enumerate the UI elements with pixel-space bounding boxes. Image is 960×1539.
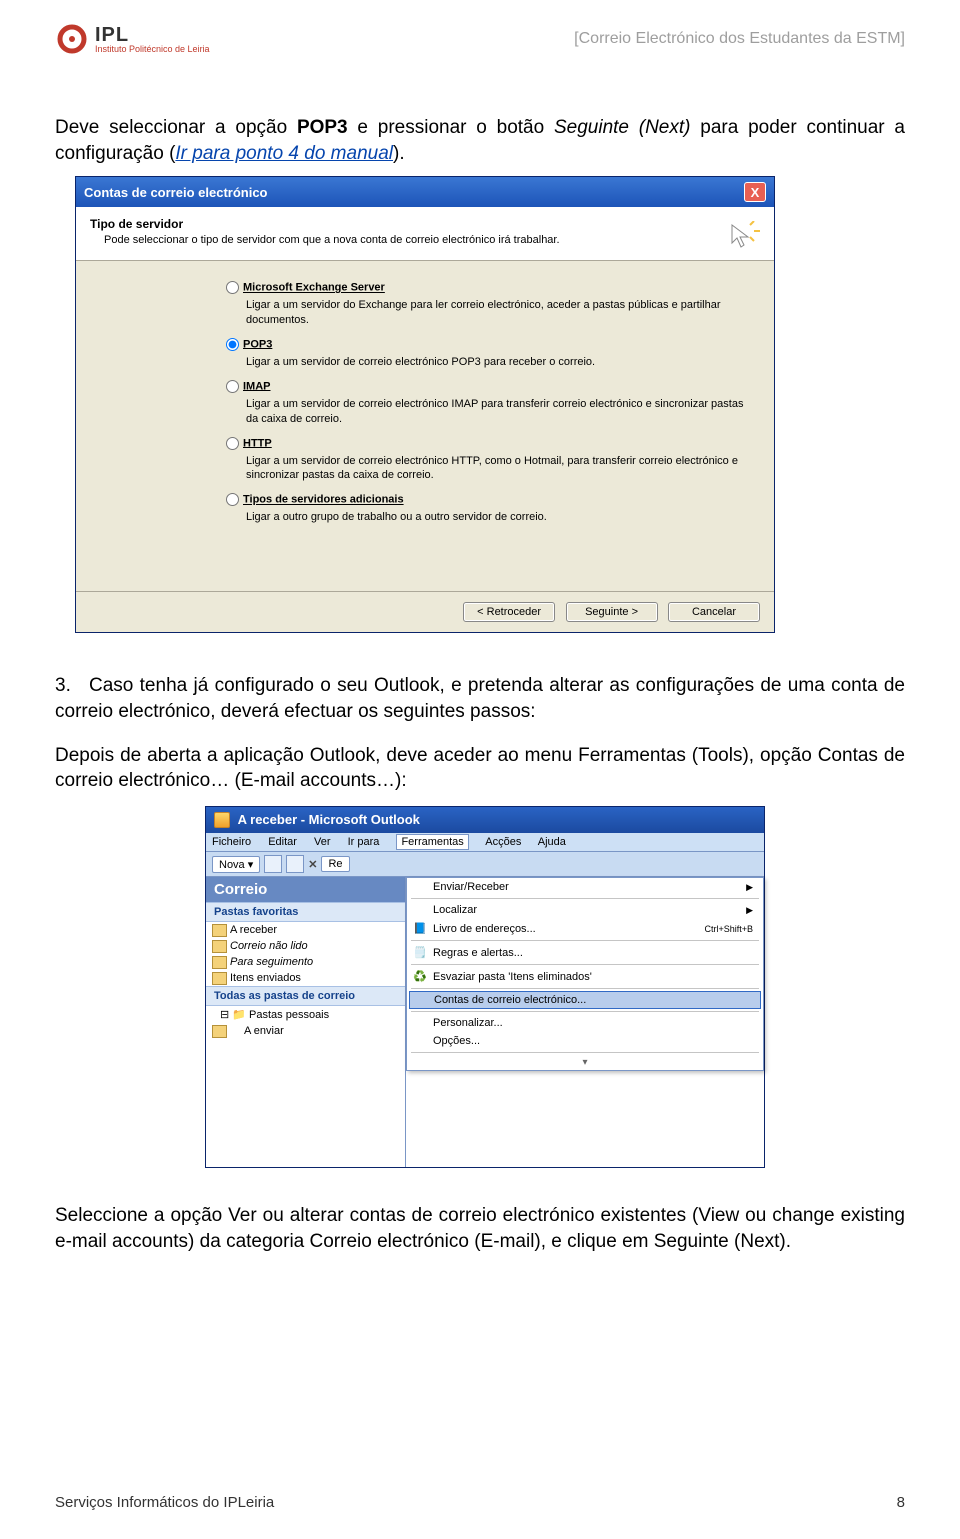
tools-dropdown: Enviar/Receber▶ Localizar▶ 📘Livro de end… xyxy=(406,877,764,1071)
outlook-app-icon xyxy=(214,812,230,828)
menu-empty-deleted[interactable]: ♻️Esvaziar pasta 'Itens eliminados' xyxy=(407,967,763,986)
menu-address-book[interactable]: 📘Livro de endereços...Ctrl+Shift+B xyxy=(407,919,763,938)
intro-paragraph: Deve seleccionar a opção POP3 e pression… xyxy=(55,115,905,166)
outlook-dropdown-area: Enviar/Receber▶ Localizar▶ 📘Livro de end… xyxy=(406,877,764,1167)
cancel-button[interactable]: Cancelar xyxy=(668,602,760,622)
nav-allfolders-header: Todas as pastas de correio xyxy=(206,986,405,1006)
address-book-icon: 📘 xyxy=(413,922,433,935)
page-footer: Serviços Informáticos do IPLeiria 8 xyxy=(55,1494,905,1511)
back-button[interactable]: < Retroceder xyxy=(463,602,555,622)
step3-paragraph: 3.Caso tenha já configurado o seu Outloo… xyxy=(55,673,905,724)
nav-mail-header: Correio xyxy=(206,877,405,902)
outlook-titlebar: A receber - Microsoft Outlook xyxy=(206,807,764,834)
menu-email-accounts[interactable]: Contas de correio electrónico... xyxy=(409,991,761,1009)
radio-additional-desc: Ligar a outro grupo de trabalho ou a out… xyxy=(246,510,750,525)
select-option-paragraph: Seleccione a opção Ver ou alterar contas… xyxy=(55,1203,905,1254)
rules-icon: 🗒️ xyxy=(413,946,433,959)
menu-ferramentas[interactable]: Ferramentas xyxy=(396,834,468,850)
radio-additional[interactable]: Tipos de servidores adicionais xyxy=(226,493,750,506)
dialog-titlebar: Contas de correio electrónico X xyxy=(76,177,774,207)
menu-ajuda[interactable]: Ajuda xyxy=(538,836,566,848)
radio-exchange-desc: Ligar a um servidor do Exchange para ler… xyxy=(246,298,750,328)
page-number: 8 xyxy=(897,1494,905,1511)
dialog-title: Contas de correio electrónico xyxy=(84,185,268,200)
outlook-window: A receber - Microsoft Outlook Ficheiro E… xyxy=(205,806,765,1169)
all-outbox[interactable]: A enviar xyxy=(206,1023,405,1039)
menu-rules[interactable]: 🗒️Regras e alertas... xyxy=(407,943,763,962)
nav-favorites-header: Pastas favoritas xyxy=(206,902,405,922)
outlook-toolbar: Nova ▾ ✕ Re xyxy=(206,852,764,877)
radio-http-desc: Ligar a um servidor de correio electróni… xyxy=(246,454,750,484)
logo: IPL Instituto Politécnico de Leiria xyxy=(55,22,210,56)
header-doc-title: [Correio Electrónico dos Estudantes da E… xyxy=(574,30,905,48)
radio-imap-desc: Ligar a um servidor de correio electróni… xyxy=(246,397,750,427)
menu-irpara[interactable]: Ir para xyxy=(348,836,380,848)
accounts-dialog: Contas de correio electrónico X Tipo de … xyxy=(75,176,775,633)
reply-button[interactable]: Re xyxy=(321,856,349,872)
radio-imap[interactable]: IMAP xyxy=(226,380,750,393)
manual-link[interactable]: Ir para ponto 4 do manual xyxy=(175,143,393,164)
menu-ver[interactable]: Ver xyxy=(314,836,331,848)
recycle-icon: ♻️ xyxy=(413,970,433,983)
close-icon[interactable]: X xyxy=(744,182,766,202)
menu-customize[interactable]: Personalizar... xyxy=(407,1014,763,1032)
page-header: IPL Instituto Politécnico de Leiria [Cor… xyxy=(0,22,960,56)
logo-text: IPL xyxy=(95,25,210,45)
menu-expand-icon[interactable]: ▾ xyxy=(407,1055,763,1070)
outlook-nav-pane: Correio Pastas favoritas A receber Corre… xyxy=(206,877,406,1167)
footer-left: Serviços Informáticos do IPLeiria xyxy=(55,1494,274,1511)
fav-sent[interactable]: Itens enviados xyxy=(206,970,405,986)
logo-mark-icon xyxy=(55,22,89,56)
radio-pop3[interactable]: POP3 xyxy=(226,338,750,351)
step3-after: Depois de aberta a aplicação Outlook, de… xyxy=(55,743,905,794)
menu-editar[interactable]: Editar xyxy=(268,836,297,848)
menu-send-receive[interactable]: Enviar/Receber▶ xyxy=(407,878,763,896)
logo-subtitle: Instituto Politécnico de Leiria xyxy=(95,45,210,54)
radio-exchange[interactable]: Microsoft Exchange Server xyxy=(226,281,750,294)
dialog-header-subtitle: Pode seleccionar o tipo de servidor com … xyxy=(104,234,760,246)
menu-find[interactable]: Localizar▶ xyxy=(407,901,763,919)
fav-inbox[interactable]: A receber xyxy=(206,922,405,938)
dialog-footer: < Retroceder Seguinte > Cancelar xyxy=(76,591,774,632)
radio-http[interactable]: HTTP xyxy=(226,437,750,450)
outlook-menubar: Ficheiro Editar Ver Ir para Ferramentas … xyxy=(206,833,764,852)
dialog-body: Microsoft Exchange Server Ligar a um ser… xyxy=(76,261,774,591)
dialog-header-title: Tipo de servidor xyxy=(90,217,760,231)
print-icon[interactable] xyxy=(264,855,282,873)
fav-followup[interactable]: Para seguimento xyxy=(206,954,405,970)
fav-unread[interactable]: Correio não lido xyxy=(206,938,405,954)
menu-accoes[interactable]: Acções xyxy=(485,836,521,848)
menu-options[interactable]: Opções... xyxy=(407,1032,763,1050)
radio-pop3-desc: Ligar a um servidor de correio electróni… xyxy=(246,355,750,370)
move-icon[interactable] xyxy=(286,855,304,873)
cursor-star-icon xyxy=(724,221,760,262)
next-button[interactable]: Seguinte > xyxy=(566,602,658,622)
menu-ficheiro[interactable]: Ficheiro xyxy=(212,836,251,848)
new-button[interactable]: Nova ▾ xyxy=(212,856,260,873)
all-personal[interactable]: ⊟ 📁 Pastas pessoais xyxy=(206,1006,405,1023)
dialog-header-region: Tipo de servidor Pode seleccionar o tipo… xyxy=(76,207,774,261)
